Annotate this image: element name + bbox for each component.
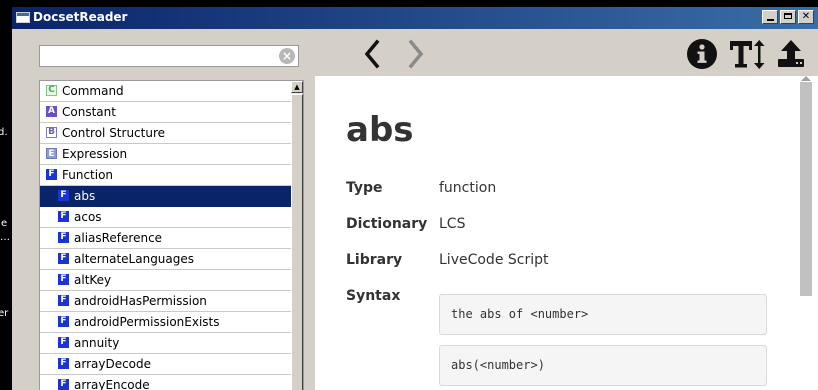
chevron-right-icon — [408, 39, 424, 69]
list-item-label: annuity — [74, 336, 120, 350]
list-item[interactable]: FandroidPermissionExists — [40, 312, 291, 333]
clear-search-icon[interactable]: × — [279, 48, 295, 64]
type-value: function — [439, 180, 497, 196]
list-item[interactable]: FarrayDecode — [40, 354, 291, 375]
function-type-icon: F — [58, 274, 69, 285]
expression-type-icon: E — [46, 148, 57, 159]
title-bar[interactable]: DocsetReader ✕ — [12, 7, 818, 29]
entry-title: abs — [346, 110, 414, 150]
function-type-icon: F — [58, 190, 69, 201]
list-item-label: aliasReference — [74, 231, 163, 245]
scrollbar-thumb[interactable] — [291, 94, 303, 390]
window-controls: ✕ — [762, 10, 814, 24]
toolbar — [315, 29, 818, 76]
library-label: Library — [346, 252, 403, 268]
function-type-icon: F — [58, 211, 69, 222]
list-item[interactable]: A Constant — [40, 102, 291, 123]
list-item[interactable]: FarrayEncode — [40, 375, 291, 390]
content-scroll-up-icon[interactable] — [801, 76, 811, 81]
content-scrollbar[interactable] — [800, 82, 812, 296]
list-item-label: acos — [74, 210, 102, 224]
function-type-icon: F — [58, 316, 69, 327]
list-item-label: abs — [74, 189, 96, 203]
list-item[interactable]: Fannuity — [40, 333, 291, 354]
type-label: Type — [346, 180, 383, 196]
list-item-label: alternateLanguages — [74, 252, 195, 266]
close-icon: ✕ — [801, 11, 811, 22]
library-value: LiveCode Script — [439, 252, 549, 268]
list-item[interactable]: FandroidHasPermission — [40, 291, 291, 312]
desktop-fragment: er — [0, 308, 9, 319]
list-item-label: arrayDecode — [74, 357, 152, 371]
list-item-label: altKey — [74, 273, 112, 287]
list-item-label: Function — [62, 168, 114, 182]
list-item-label: arrayEncode — [74, 378, 150, 390]
list-item[interactable]: E Expression — [40, 144, 291, 165]
function-type-icon: F — [58, 337, 69, 348]
app-icon — [16, 12, 30, 23]
close-button[interactable]: ✕ — [798, 10, 814, 24]
entry-list: FarrayEncode FarrayDecode Fannuity Fandroid… — [39, 80, 304, 390]
function-type-icon: F — [58, 232, 69, 243]
upload-icon — [778, 40, 804, 67]
list-item[interactable]: FalternateLanguages — [40, 249, 291, 270]
list-item[interactable]: B Control Structure — [40, 123, 291, 144]
function-type-icon: F — [46, 169, 57, 180]
list-item[interactable]: Fabs — [40, 186, 291, 207]
minimize-button[interactable] — [762, 10, 778, 24]
list-item-label: androidHasPermission — [74, 294, 207, 308]
list-item-label: Expression — [62, 147, 128, 161]
syntax-code-block: the abs of <number> — [439, 294, 767, 335]
structure-type-icon: B — [46, 127, 57, 138]
search-input[interactable] — [42, 47, 276, 67]
desktop-fragment: d. — [0, 127, 8, 138]
export-button[interactable] — [775, 37, 807, 71]
text-size-button[interactable] — [727, 37, 767, 71]
list-item-label: Control Structure — [62, 126, 166, 140]
command-type-icon: C — [46, 85, 57, 96]
chevron-left-icon — [364, 39, 380, 69]
syntax-label: Syntax — [346, 288, 401, 304]
list-item-label: Command — [62, 84, 124, 98]
function-type-icon: F — [58, 295, 69, 306]
function-type-icon: F — [58, 379, 69, 390]
minimize-icon — [766, 19, 774, 21]
list-item-label: Constant — [62, 105, 116, 119]
scroll-up-arrow-icon[interactable]: ▲ — [291, 81, 303, 93]
forward-button[interactable] — [401, 37, 429, 71]
info-icon — [687, 39, 717, 69]
list-item[interactable]: C Command — [40, 81, 291, 102]
list-item[interactable]: FaliasReference — [40, 228, 291, 249]
function-type-icon: F — [58, 358, 69, 369]
constant-type-icon: A — [46, 106, 57, 117]
documentation-view: abs Type function Dictionary LCS Library… — [315, 76, 818, 390]
text-size-icon — [730, 40, 765, 69]
syntax-code-block: abs(<number>) — [439, 345, 767, 386]
desktop-fragment: … — [0, 232, 10, 243]
info-button[interactable] — [685, 37, 719, 71]
dictionary-value: LCS — [439, 216, 466, 232]
docset-reader-window: DocsetReader ✕ × FarrayEncode FarrayDecod… — [12, 7, 818, 390]
maximize-button[interactable] — [780, 10, 796, 24]
maximize-icon — [784, 13, 792, 19]
left-pane: × FarrayEncode FarrayDecode Fannuity Fandro… — [12, 29, 315, 390]
list-scrollbar[interactable]: ▲ — [291, 81, 303, 390]
list-item[interactable]: F Function — [40, 165, 291, 186]
function-type-icon: F — [58, 253, 69, 264]
back-button[interactable] — [359, 37, 387, 71]
desktop-background: d. e … er — [0, 0, 12, 390]
search-box: × — [39, 45, 299, 67]
desktop-fragment: e — [1, 218, 8, 229]
window-title: DocsetReader — [33, 10, 128, 24]
list-item[interactable]: Facos — [40, 207, 291, 228]
list-item[interactable]: FaltKey — [40, 270, 291, 291]
dictionary-label: Dictionary — [346, 216, 428, 232]
list-item-label: androidPermissionExists — [74, 315, 220, 329]
